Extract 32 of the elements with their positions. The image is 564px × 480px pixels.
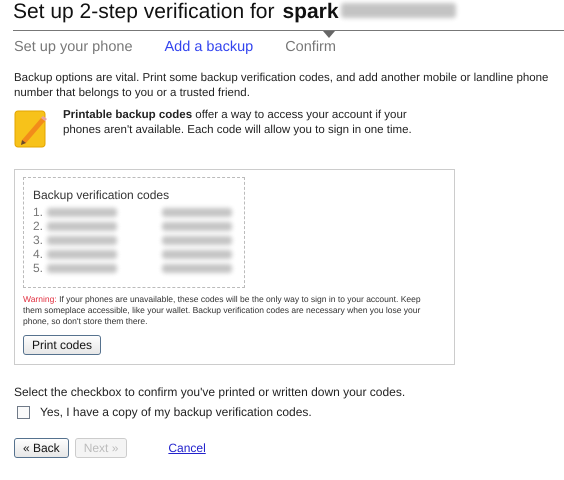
redacted-text — [47, 250, 117, 258]
codes-heading: Backup verification codes — [33, 188, 170, 202]
step-pointer-icon — [323, 31, 335, 38]
code-number: 4. — [33, 247, 44, 261]
redacted-text — [162, 236, 232, 244]
checkbox-label: Yes, I have a copy of my backup verification codes. — [40, 405, 312, 419]
redacted-text — [47, 264, 117, 272]
checkbox[interactable] — [17, 406, 30, 418]
nav-button[interactable]: « Back — [14, 438, 69, 458]
code-number: 3. — [33, 233, 44, 247]
code-number: 2. — [33, 219, 44, 233]
page-title: Set up 2-step verification for — [13, 0, 274, 24]
cancel-link[interactable]: Cancel — [168, 441, 206, 455]
redacted-text — [47, 236, 117, 244]
account-name: spark — [282, 0, 339, 24]
redacted-text — [47, 208, 117, 216]
redacted-text — [162, 208, 232, 216]
step-label: Confirm — [285, 39, 336, 55]
step-label: Set up your phone — [14, 39, 133, 55]
step-label: Add a backup — [164, 39, 254, 55]
print-codes-button[interactable]: Print codes — [23, 335, 102, 355]
redacted-text — [162, 250, 232, 258]
redacted-text — [162, 222, 232, 230]
code-number: 1. — [33, 205, 44, 219]
intro-text: Backup options are vital. Print some backup verification codes, and add another mobile or landline phone number that belongs to you or a trusted friend. — [14, 71, 550, 101]
warning-text: Warning: If your phones are unavailable, these codes will be the only way to sign in to your account. Keep them someplace accessible, like your wallet. Backup verification codes are necessary when you lose your phone, so don't store them there. — [23, 294, 422, 327]
code-number: 5. — [33, 261, 44, 275]
redacted-text — [162, 264, 232, 272]
redacted-text — [47, 222, 117, 230]
tip-text: Printable backup codes offer a way to access your account if your phones aren't available. Each code will allow you to sign in one time. — [63, 108, 413, 138]
confirm-prompt: Select the checkbox to confirm you've printed or written down your codes. — [14, 385, 406, 399]
pencil-note-icon — [14, 108, 48, 148]
